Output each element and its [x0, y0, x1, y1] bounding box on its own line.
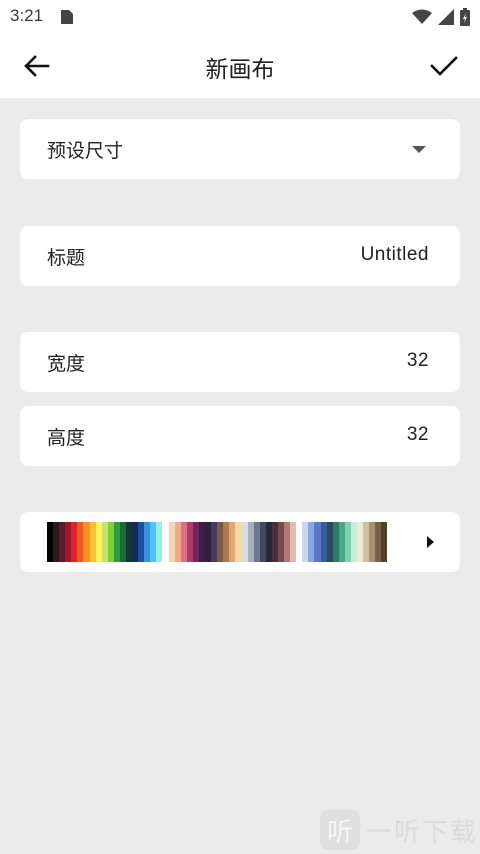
width-field[interactable]: 宽度 32	[20, 332, 460, 392]
page-title: 新画布	[205, 57, 275, 83]
preset-size-dropdown[interactable]: 预设尺寸	[20, 119, 460, 179]
app-bar: 新画布	[0, 34, 480, 98]
palette-strip	[47, 522, 388, 562]
width-value: 32	[406, 350, 429, 371]
status-icons	[412, 7, 470, 27]
sim-card-icon	[61, 10, 73, 24]
status-time: 3:21	[10, 6, 44, 25]
watermark-logo: 听	[319, 810, 360, 850]
height-label: 高度	[47, 427, 86, 449]
watermark-text: 一听下载	[365, 817, 478, 848]
check-icon	[430, 56, 458, 76]
confirm-button[interactable]	[424, 48, 464, 84]
play-arrow-icon	[427, 536, 434, 548]
battery-charging-icon	[460, 8, 470, 26]
title-label: 标题	[47, 247, 86, 269]
height-value: 32	[406, 424, 429, 445]
preset-size-label: 预设尺寸	[47, 140, 124, 162]
title-field[interactable]: 标题 Untitled	[20, 226, 460, 286]
title-value: Untitled	[360, 244, 429, 265]
width-label: 宽度	[47, 353, 86, 375]
palette-swatch	[381, 522, 388, 562]
watermark: 听 一听下载	[319, 810, 478, 850]
palette-selector[interactable]	[20, 512, 460, 572]
signal-icon	[438, 9, 454, 25]
status-bar: 3:21	[0, 0, 480, 34]
wifi-icon	[412, 9, 432, 24]
dropdown-arrow-icon	[412, 146, 426, 153]
height-field[interactable]: 高度 32	[20, 406, 460, 466]
